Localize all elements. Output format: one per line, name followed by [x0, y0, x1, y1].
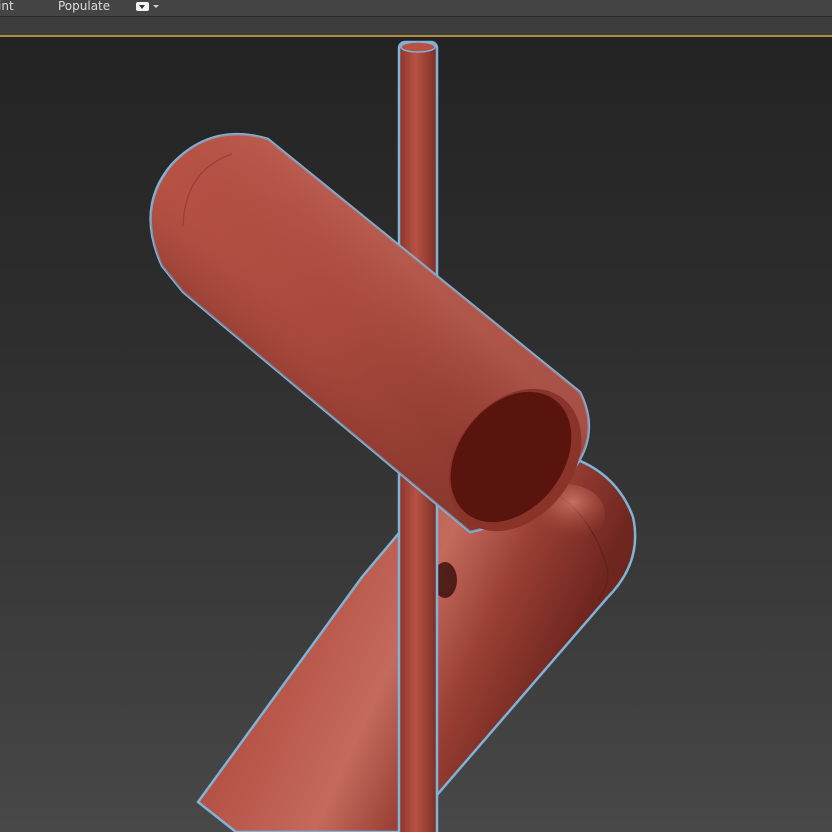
- populate-tab[interactable]: Populate: [58, 0, 110, 14]
- dropdown-icon: [136, 2, 149, 11]
- chevron-down-icon: [153, 5, 159, 8]
- ribbon-panel-area: [0, 17, 832, 35]
- 3d-application-window: int Populate: [0, 0, 832, 832]
- viewport-scene: [149, 40, 637, 832]
- perspective-viewport[interactable]: [0, 35, 832, 832]
- paint-tab[interactable]: int: [0, 0, 14, 14]
- upper-tube-object[interactable]: [149, 132, 609, 557]
- ribbon-toolbar: int Populate: [0, 0, 832, 17]
- ribbon-options-dropdown[interactable]: [136, 1, 162, 13]
